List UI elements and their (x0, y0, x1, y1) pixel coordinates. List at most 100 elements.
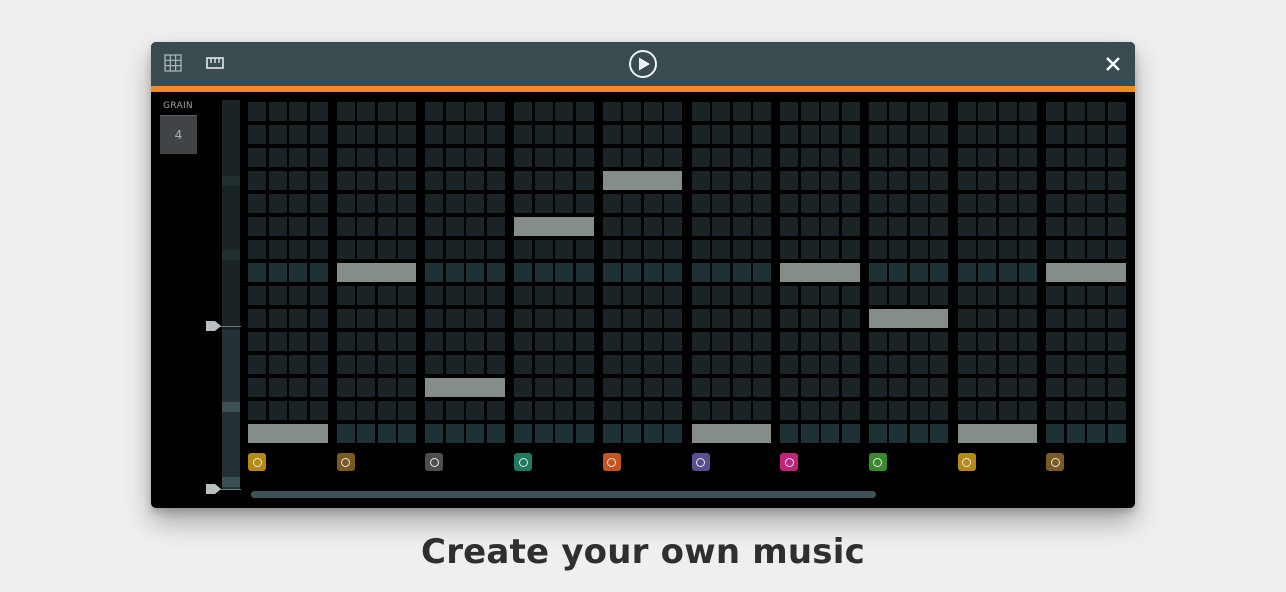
grid-cell[interactable] (357, 217, 376, 236)
grid-cell[interactable] (821, 401, 840, 420)
grid-cell[interactable] (248, 401, 266, 420)
grid-cell[interactable] (289, 194, 307, 213)
grid-cell[interactable] (309, 286, 328, 305)
grid-cell[interactable] (623, 263, 642, 282)
grid-cell[interactable] (1087, 125, 1106, 144)
grid-cell[interactable] (575, 125, 594, 144)
grid-cell[interactable] (998, 355, 1017, 374)
grid-cell[interactable] (978, 240, 997, 259)
grid-cell[interactable] (712, 378, 730, 397)
grid-cell[interactable] (691, 355, 710, 374)
grid-cell[interactable] (555, 194, 574, 213)
grid-cell[interactable] (623, 355, 642, 374)
grid-cell[interactable] (1066, 424, 1085, 443)
grid-cell[interactable] (691, 102, 710, 121)
grid-cell[interactable] (753, 309, 771, 328)
grid-cell[interactable] (1046, 424, 1065, 443)
instrument-button[interactable] (1046, 453, 1065, 471)
grid-cell[interactable] (800, 217, 819, 236)
grid-cell[interactable] (732, 102, 751, 121)
grid-cell[interactable] (712, 263, 730, 282)
grid-cell[interactable] (1019, 125, 1038, 144)
grid-cell[interactable] (868, 332, 887, 351)
grid-cell[interactable] (357, 148, 376, 167)
grid-cell[interactable] (691, 194, 710, 213)
grid-cell[interactable] (357, 125, 376, 144)
grid-cell[interactable] (732, 309, 751, 328)
grid-cell[interactable] (357, 355, 376, 374)
grid-cell[interactable] (978, 286, 997, 305)
grid-cell[interactable] (909, 171, 928, 190)
grid-cell[interactable] (998, 401, 1017, 420)
grid-cell[interactable] (889, 194, 908, 213)
grid-cell[interactable] (978, 355, 997, 374)
grid-cell[interactable] (800, 378, 819, 397)
grid-cell[interactable] (978, 194, 997, 213)
grid-cell[interactable] (1107, 194, 1126, 213)
grid-cell[interactable] (664, 263, 683, 282)
grid-cell[interactable] (289, 401, 307, 420)
grid-cell[interactable] (978, 102, 997, 121)
grid-cell[interactable] (398, 240, 417, 259)
grid-cell[interactable] (534, 240, 553, 259)
grid-cell[interactable] (800, 102, 819, 121)
grid-cell[interactable] (575, 171, 594, 190)
grid-cell[interactable] (664, 286, 683, 305)
grid-cell[interactable] (930, 401, 949, 420)
grid-cell[interactable] (555, 309, 574, 328)
grid-cell[interactable] (555, 378, 574, 397)
grid-cell[interactable] (1107, 148, 1126, 167)
grid-cell[interactable] (309, 217, 328, 236)
grid-cell[interactable] (821, 309, 840, 328)
grid-cell[interactable] (930, 171, 949, 190)
grid-cell[interactable] (1087, 401, 1106, 420)
grid-cell[interactable] (1019, 332, 1038, 351)
grid-cell[interactable] (868, 217, 887, 236)
grid-cell[interactable] (889, 240, 908, 259)
grid-cell[interactable] (357, 401, 376, 420)
grid-cell[interactable] (889, 102, 908, 121)
grid-cell[interactable] (377, 309, 396, 328)
grid-cell[interactable] (841, 378, 860, 397)
grid-cell[interactable] (909, 355, 928, 374)
grid-cell[interactable] (575, 355, 594, 374)
grid-cell[interactable] (957, 194, 976, 213)
grid-cell[interactable] (1019, 401, 1038, 420)
grid-cell[interactable] (753, 194, 771, 213)
grid-cell[interactable] (514, 125, 533, 144)
grain-value[interactable]: 4 (160, 115, 197, 154)
grid-cell[interactable] (909, 332, 928, 351)
grid-cell[interactable] (357, 286, 376, 305)
grid-cell[interactable] (780, 378, 799, 397)
grid-cell[interactable] (268, 217, 287, 236)
grid-cell[interactable] (957, 125, 976, 144)
grid-cell[interactable] (1087, 217, 1106, 236)
grid-cell[interactable] (514, 378, 533, 397)
grid-cell[interactable] (1019, 378, 1038, 397)
grid-cell[interactable] (309, 240, 328, 259)
grid-cell[interactable] (1046, 171, 1065, 190)
grid-cell[interactable] (575, 401, 594, 420)
grid-cell[interactable] (753, 286, 771, 305)
grid-cell[interactable] (466, 424, 485, 443)
grid-cell[interactable] (398, 125, 417, 144)
grid-cell[interactable] (1107, 424, 1126, 443)
grid-cell[interactable] (930, 102, 949, 121)
grid-cell[interactable] (800, 309, 819, 328)
grid-cell[interactable] (309, 378, 328, 397)
grid-cell[interactable] (909, 125, 928, 144)
grid-cell[interactable] (930, 263, 949, 282)
grid-cell[interactable] (664, 378, 683, 397)
grid-cell[interactable] (978, 263, 997, 282)
grid-cell[interactable] (268, 125, 287, 144)
grid-cell[interactable] (664, 309, 683, 328)
grid-cell[interactable] (780, 217, 799, 236)
grid-cell[interactable] (398, 171, 417, 190)
grid-cell[interactable] (466, 286, 485, 305)
grid-cell[interactable] (691, 378, 710, 397)
grid-cell[interactable] (978, 401, 997, 420)
grid-cell[interactable] (780, 332, 799, 351)
grid-cell[interactable] (998, 286, 1017, 305)
grid-cell[interactable] (868, 378, 887, 397)
grid-cell[interactable] (555, 286, 574, 305)
